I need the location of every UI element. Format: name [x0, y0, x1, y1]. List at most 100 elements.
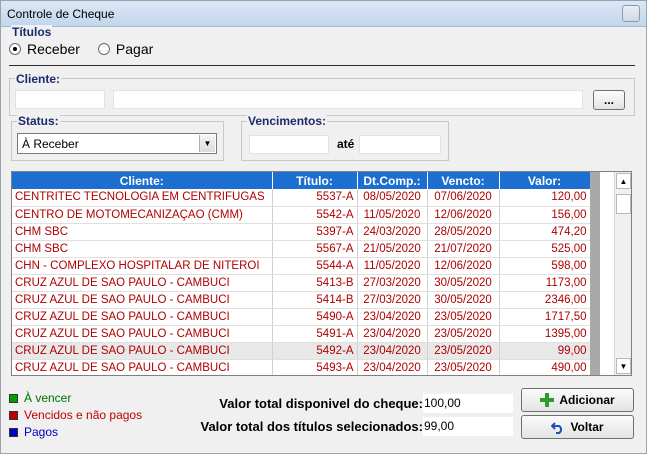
table-cell: 07/06/2020 — [427, 189, 500, 207]
table-cell: 27/03/2020 — [357, 274, 428, 292]
status-selected-value: À Receber — [22, 137, 79, 151]
table-cell: 490,00 — [499, 359, 591, 375]
radio-pagar-label: Pagar — [115, 41, 154, 57]
legend-item: Vencidos e não pagos — [9, 408, 142, 422]
table-cell: 120,00 — [499, 189, 591, 207]
table-cell: 27/03/2020 — [357, 291, 428, 309]
voltar-button[interactable]: Voltar — [521, 415, 634, 439]
table-cell: 156,00 — [499, 206, 591, 224]
table-cell: 11/05/2020 — [357, 257, 428, 275]
scroll-up-arrow-icon[interactable]: ▲ — [616, 173, 631, 189]
status-select[interactable]: À Receber ▼ — [17, 133, 217, 154]
table-cell: 5542-A — [272, 206, 358, 224]
table-cell: 5413-B — [272, 274, 358, 292]
table-cell: 5414-B — [272, 291, 358, 309]
table-cell: 99,00 — [499, 342, 591, 360]
table-cell: 1173,00 — [499, 274, 591, 292]
table-cell: 23/05/2020 — [427, 359, 500, 375]
table-cell: 525,00 — [499, 240, 591, 258]
grid-vertical-scrollbar[interactable]: ▲ ▼ — [614, 172, 631, 375]
legend-color-swatch — [9, 427, 18, 437]
table-cell: 30/05/2020 — [427, 274, 500, 292]
table-row[interactable]: CHN - COMPLEXO HOSPITALAR DE NITEROI 5544… — [12, 257, 591, 275]
table-cell: 23/05/2020 — [427, 342, 500, 360]
column-header-dtcomp[interactable]: Dt.Comp.: — [357, 172, 428, 189]
cheque-control-window: Controle de Cheque Títulos Receber Pagar… — [0, 0, 647, 454]
cliente-code-input[interactable] — [15, 90, 105, 109]
cliente-name-input[interactable] — [113, 90, 583, 109]
table-row[interactable]: CRUZ AZUL DE SAO PAULO - CAMBUCI 5413-B 27… — [12, 274, 591, 292]
undo-arrow-icon — [551, 420, 565, 434]
table-cell: CRUZ AZUL DE SAO PAULO - CAMBUCI — [12, 308, 273, 326]
table-row[interactable]: CRUZ AZUL DE SAO PAULO - CAMBUCI 5493-A 23… — [12, 359, 591, 375]
table-cell: 5567-A — [272, 240, 358, 258]
table-cell: CRUZ AZUL DE SAO PAULO - CAMBUCI — [12, 342, 273, 360]
legend-label: Pagos — [24, 425, 59, 439]
column-header-vencto[interactable]: Vencto: — [427, 172, 500, 189]
table-cell: 23/04/2020 — [357, 359, 428, 375]
scroll-down-arrow-icon[interactable]: ▼ — [616, 358, 631, 374]
window-title: Controle de Cheque — [7, 7, 115, 21]
titulos-separator — [9, 65, 635, 66]
close-button[interactable] — [622, 5, 640, 22]
table-cell: 1717,50 — [499, 308, 591, 326]
table-header-row: Cliente: Título: Dt.Comp.: Vencto: Valor… — [12, 172, 591, 189]
table-row[interactable]: CRUZ AZUL DE SAO PAULO - CAMBUCI 5490-A 23… — [12, 308, 591, 326]
vencimento-to-input[interactable] — [359, 135, 441, 154]
legend-item: Pagos — [9, 425, 58, 439]
table-cell: 21/05/2020 — [357, 240, 428, 258]
column-header-titulo[interactable]: Título: — [272, 172, 358, 189]
table-row[interactable]: CHM SBC 5397-A 24/03/2020 28/05/2020 474,20 — [12, 223, 591, 241]
chevron-down-icon: ▼ — [199, 135, 215, 152]
table-cell: 23/05/2020 — [427, 325, 500, 343]
vencimento-ate-label: até — [337, 137, 355, 151]
table-cell: 30/05/2020 — [427, 291, 500, 309]
table-row[interactable]: CENTRITEC TECNOLOGIA EM CENTRIFUGAS 5537-… — [12, 189, 591, 207]
table-cell: 5490-A — [272, 308, 358, 326]
table-cell: 24/03/2020 — [357, 223, 428, 241]
table-cell: 23/04/2020 — [357, 342, 428, 360]
table-cell: 5537-A — [272, 189, 358, 207]
table-cell: CHM SBC — [12, 240, 273, 258]
table-row[interactable]: CRUZ AZUL DE SAO PAULO - CAMBUCI 5492-A 23… — [12, 342, 591, 360]
table-cell: CRUZ AZUL DE SAO PAULO - CAMBUCI — [12, 325, 273, 343]
table-cell: 23/04/2020 — [357, 308, 428, 326]
vencimento-from-input[interactable] — [249, 135, 329, 154]
cliente-legend: Cliente: — [15, 72, 62, 86]
column-header-valor[interactable]: Valor: — [499, 172, 591, 189]
table-cell: 23/05/2020 — [427, 308, 500, 326]
table-cell: 23/04/2020 — [357, 325, 428, 343]
adicionar-button[interactable]: Adicionar — [521, 388, 634, 412]
radio-pagar-icon — [97, 43, 110, 55]
table-row[interactable]: CENTRO DE MOTOMECANIZAÇAO (CMM) 5542-A 11/… — [12, 206, 591, 224]
table-cell: 5492-A — [272, 342, 358, 360]
table-cell: 474,20 — [499, 223, 591, 241]
titulos-legend: Títulos — [11, 25, 53, 39]
table-row[interactable]: CRUZ AZUL DE SAO PAULO - CAMBUCI 5414-B 27… — [12, 291, 591, 309]
table-cell: 12/06/2020 — [427, 257, 500, 275]
table-cell: CRUZ AZUL DE SAO PAULO - CAMBUCI — [12, 291, 273, 309]
table-cell: 1395,00 — [499, 325, 591, 343]
legend-label: Vencidos e não pagos — [24, 408, 143, 422]
title-bar: Controle de Cheque — [1, 1, 646, 27]
scroll-thumb[interactable] — [616, 194, 631, 214]
plus-icon — [540, 393, 555, 407]
legend-color-swatch — [9, 410, 18, 420]
cliente-browse-button[interactable]: ... — [593, 90, 625, 110]
total-disponivel-value: 100,00 — [423, 394, 513, 413]
table-cell: CHN - COMPLEXO HOSPITALAR DE NITEROI — [12, 257, 273, 275]
radio-receber-label: Receber — [27, 41, 80, 57]
radio-receber[interactable]: Receber — [9, 41, 80, 57]
legend-color-swatch — [9, 393, 18, 403]
table-cell: 12/06/2020 — [427, 206, 500, 224]
total-disponivel-label: Valor total disponivel do cheque: — [219, 396, 423, 411]
column-header-cliente[interactable]: Cliente: — [12, 172, 273, 189]
status-legend: Status: — [17, 114, 60, 128]
table-cell: CENTRO DE MOTOMECANIZAÇAO (CMM) — [12, 206, 273, 224]
table-row[interactable]: CRUZ AZUL DE SAO PAULO - CAMBUCI 5491-A 23… — [12, 325, 591, 343]
table-row[interactable]: CHM SBC 5567-A 21/05/2020 21/07/2020 525,00 — [12, 240, 591, 258]
table-cell: CRUZ AZUL DE SAO PAULO - CAMBUCI — [12, 359, 273, 375]
radio-pagar[interactable]: Pagar — [97, 41, 154, 57]
table-cell: 5493-A — [272, 359, 358, 375]
table-cell: CHM SBC — [12, 223, 273, 241]
